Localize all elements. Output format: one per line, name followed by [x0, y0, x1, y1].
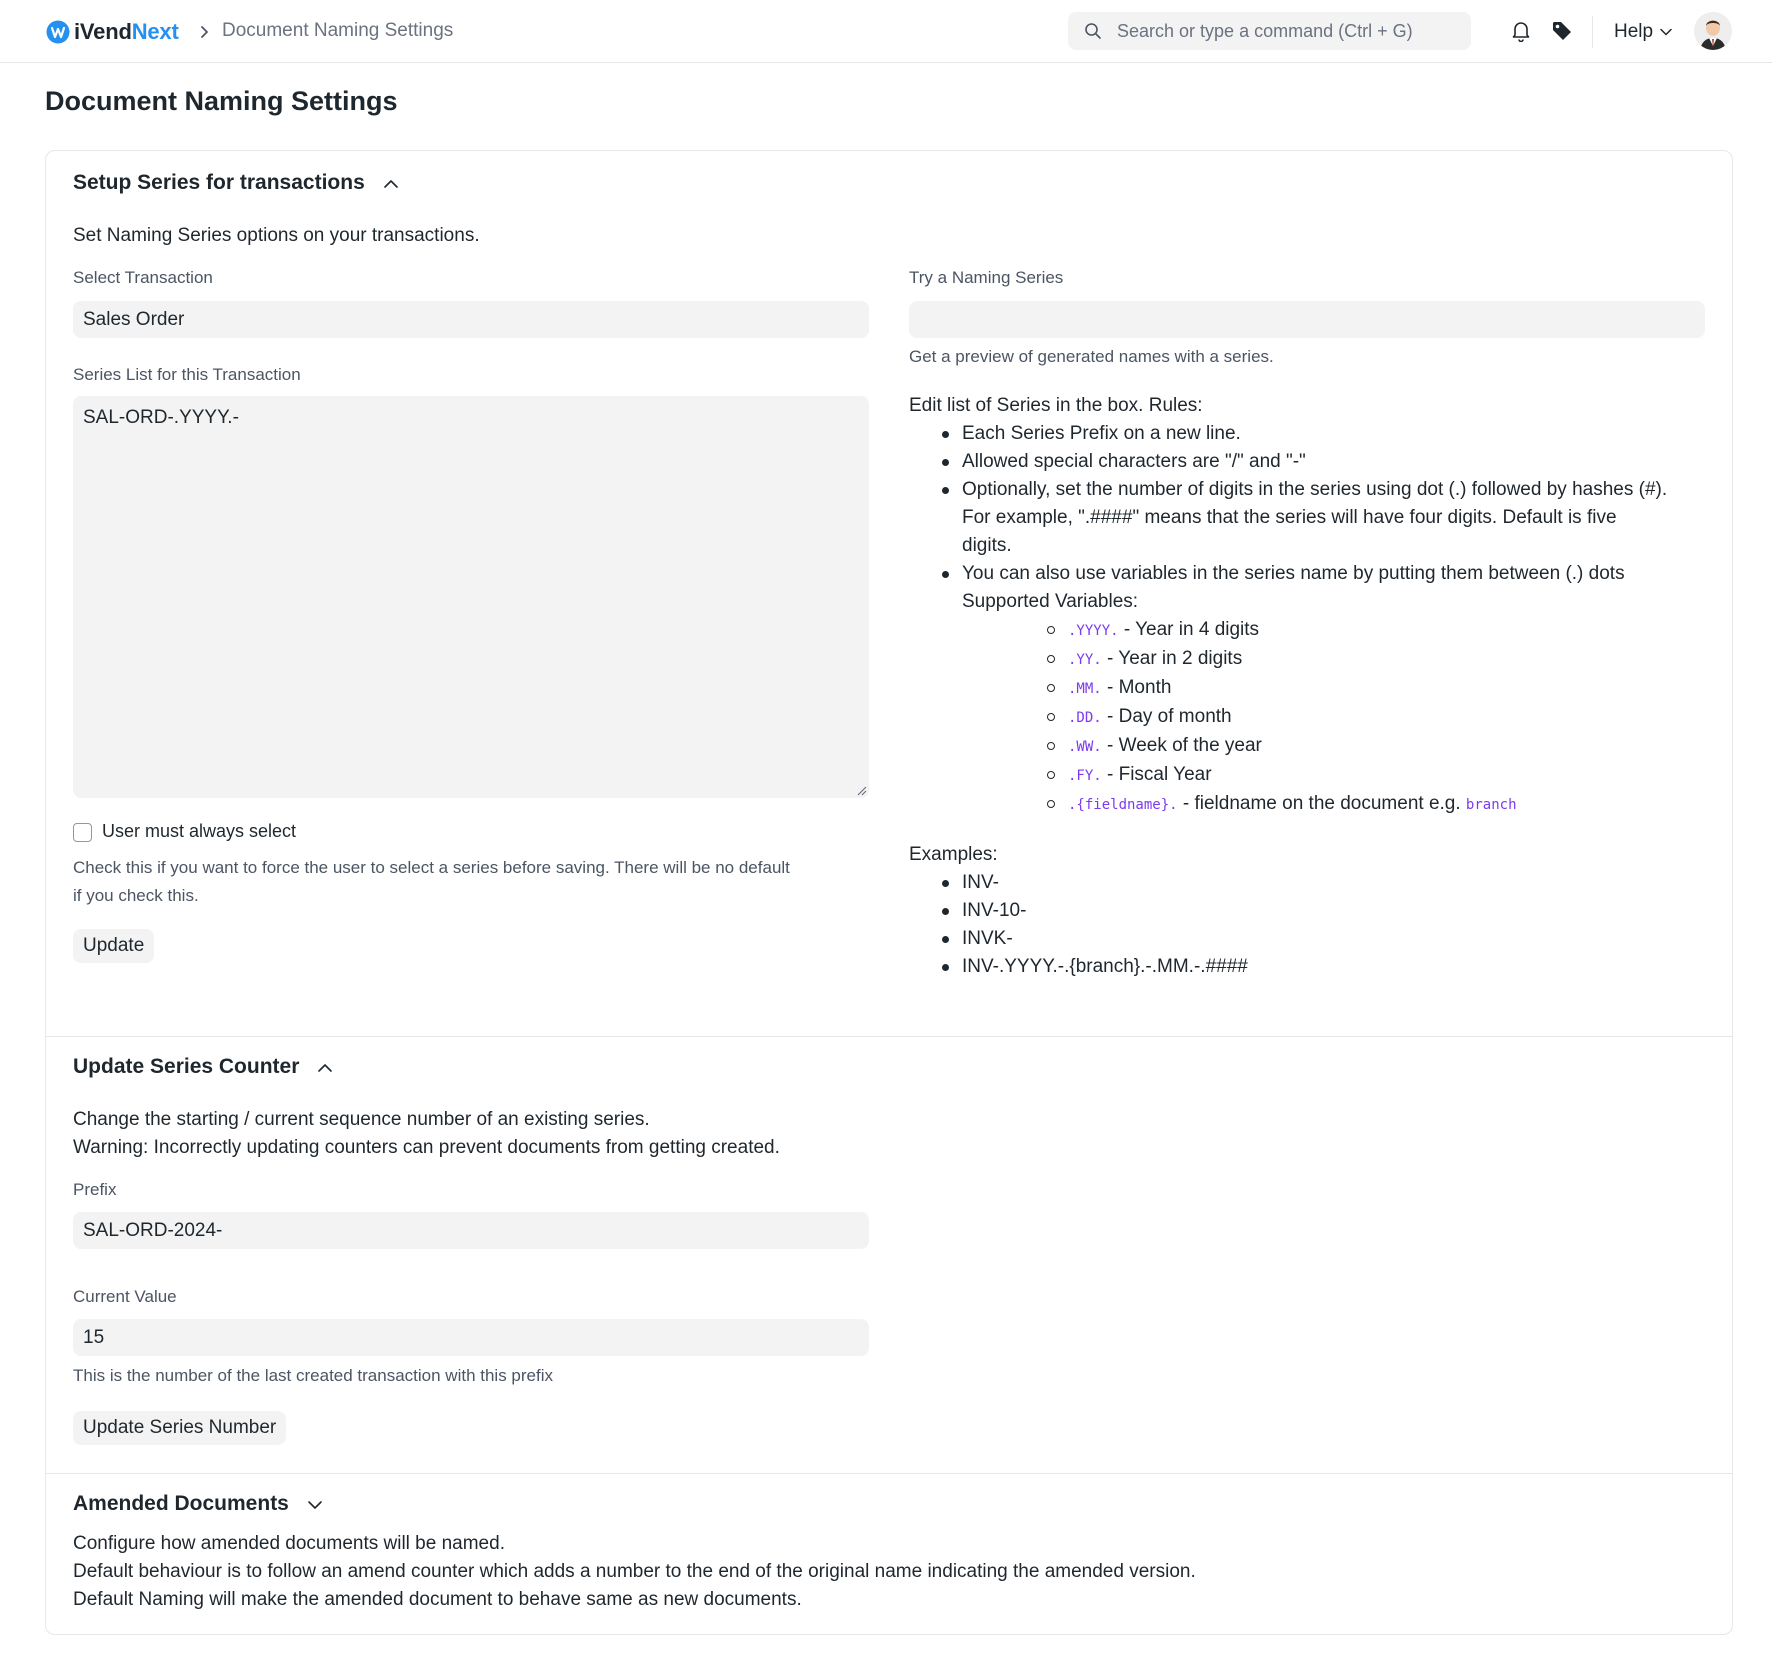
rule-item: Each Series Prefix on a new line.	[909, 420, 1709, 448]
rule-item: You can also use variables in the series…	[909, 560, 1709, 819]
navbar-divider	[1592, 16, 1593, 48]
help-menu[interactable]: Help	[1614, 21, 1653, 43]
section-header-amended-documents[interactable]: Amended Documents	[73, 1492, 323, 1516]
example-item: INV-	[909, 869, 1709, 897]
section-title: Setup Series for transactions	[73, 171, 365, 194]
counter-description-1: Change the starting / current sequence n…	[73, 1109, 650, 1130]
variable-item: .DD. - Day of month	[962, 703, 1709, 732]
select-transaction-field[interactable]: Sales Order	[73, 301, 869, 338]
navbar: iVendNext Document Naming Settings Searc…	[0, 0, 1772, 63]
search-icon	[1085, 23, 1101, 39]
user-avatar-icon	[1694, 12, 1732, 50]
update-button[interactable]: Update	[73, 929, 155, 963]
current-value-label: Current Value	[73, 1287, 177, 1306]
examples-label: Examples:	[909, 844, 998, 865]
try-series-label: Try a Naming Series	[909, 268, 1064, 287]
section-divider	[46, 1036, 1732, 1037]
chevron-up-icon[interactable]	[383, 179, 399, 189]
search-bar[interactable]: Search or type a command (Ctrl + G)	[1068, 12, 1471, 50]
update-series-number-button[interactable]: Update Series Number	[73, 1411, 287, 1445]
prefix-label: Prefix	[73, 1180, 117, 1199]
variable-item: .WW. - Week of the year	[962, 732, 1709, 761]
section-header-setup-series[interactable]: Setup Series for transactions	[73, 171, 399, 195]
current-value-help: This is the number of the last created t…	[73, 1366, 554, 1385]
amended-line-3: Default Naming will make the amended doc…	[73, 1589, 802, 1610]
variable-item: .YYYY. - Year in 4 digits	[962, 616, 1709, 645]
section-title: Update Series Counter	[73, 1055, 300, 1078]
breadcrumb[interactable]: Document Naming Settings	[222, 20, 453, 42]
example-item: INV-10-	[909, 897, 1709, 925]
variable-item: .MM. - Month	[962, 674, 1709, 703]
section-divider	[46, 1473, 1732, 1474]
try-series-help: Get a preview of generated names with a …	[909, 347, 1274, 366]
chevron-right-icon	[201, 26, 208, 38]
select-transaction-label: Select Transaction	[73, 268, 213, 287]
chevron-down-icon[interactable]	[307, 1500, 323, 1510]
tag-icon[interactable]	[1551, 20, 1573, 42]
user-must-select-help-2: if you check this.	[73, 886, 199, 905]
rules-intro: Edit list of Series in the box. Rules:	[909, 395, 1203, 416]
avatar[interactable]	[1694, 12, 1732, 50]
example-item: INV-.YYYY.-.{branch}.-.MM.-.####	[909, 953, 1709, 981]
counter-description-2: Warning: Incorrectly updating counters c…	[73, 1137, 780, 1158]
try-series-input[interactable]	[909, 301, 1705, 338]
examples-list: INV- INV-10- INVK- INV-.YYYY.-.{branch}.…	[909, 869, 1709, 981]
chevron-up-icon[interactable]	[317, 1063, 333, 1073]
amended-line-1: Configure how amended documents will be …	[73, 1533, 505, 1554]
series-list-label: Series List for this Transaction	[73, 365, 301, 384]
user-must-select-help-1: Check this if you want to force the user…	[73, 858, 790, 877]
variable-item: .FY. - Fiscal Year	[962, 761, 1709, 790]
variable-item: .{fieldname}. - fieldname on the documen…	[962, 790, 1709, 819]
variables-list: .YYYY. - Year in 4 digits .YY. - Year in…	[962, 616, 1709, 819]
series-list-value: SAL-ORD-.YYYY.-	[83, 407, 239, 428]
rules-list: Each Series Prefix on a new line. Allowe…	[909, 420, 1709, 819]
user-must-select-checkbox[interactable]	[73, 823, 92, 842]
resize-handle-icon[interactable]	[855, 784, 867, 796]
page-title: Document Naming Settings	[45, 86, 398, 116]
rule-item: Allowed special characters are "/" and "…	[909, 448, 1709, 476]
brand[interactable]: iVendNext	[46, 18, 179, 46]
section-description: Set Naming Series options on your transa…	[73, 225, 480, 246]
rule-item: Optionally, set the number of digits in …	[909, 476, 1709, 560]
chevron-down-icon[interactable]	[1660, 28, 1672, 36]
section-header-update-counter[interactable]: Update Series Counter	[73, 1055, 333, 1079]
user-must-select-label[interactable]: User must always select	[102, 817, 296, 845]
current-value-field[interactable]: 15	[73, 1319, 869, 1356]
series-rules: Edit list of Series in the box. Rules: E…	[909, 392, 1709, 981]
section-title: Amended Documents	[73, 1492, 289, 1515]
search-input[interactable]: Search or type a command (Ctrl + G)	[1117, 21, 1413, 42]
brand-name: iVendNext	[74, 19, 179, 44]
prefix-field[interactable]: SAL-ORD-2024-	[73, 1212, 869, 1249]
variable-item: .YY. - Year in 2 digits	[962, 645, 1709, 674]
ivend-logo-icon	[46, 20, 70, 44]
series-list-textarea[interactable]: SAL-ORD-.YYYY.-	[73, 396, 869, 798]
example-item: INVK-	[909, 925, 1709, 953]
amended-line-2: Default behaviour is to follow an amend …	[73, 1561, 1196, 1582]
bell-icon[interactable]	[1511, 20, 1531, 42]
